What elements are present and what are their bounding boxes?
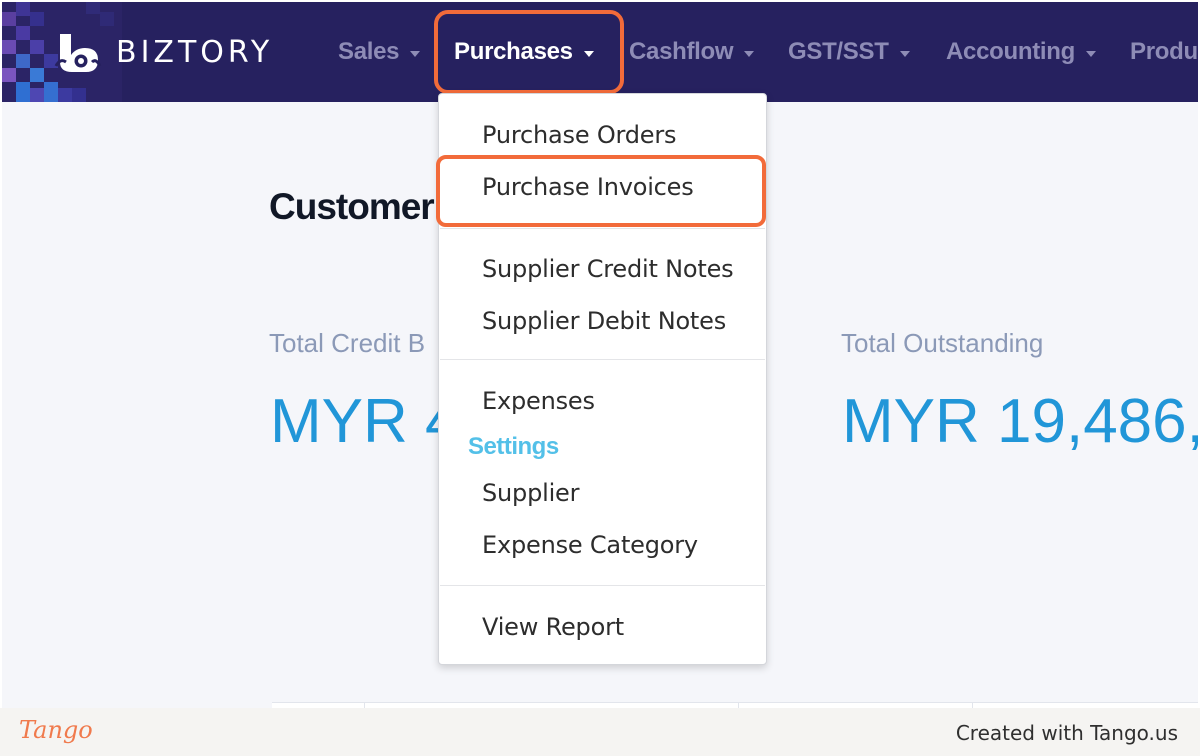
nav-cashflow[interactable]: Cashflow bbox=[629, 32, 755, 72]
nav-cashflow-label: Cashflow bbox=[629, 38, 734, 65]
stat-value-total-outstanding: MYR 19,486, bbox=[842, 387, 1198, 456]
tango-footer: Tango Created with Tango.us bbox=[0, 708, 1200, 756]
menu-item-supplier-debit-notes[interactable]: Supplier Debit Notes bbox=[482, 307, 726, 335]
caret-down-icon bbox=[744, 50, 755, 57]
menu-divider bbox=[440, 228, 765, 229]
purchase-invoices-highlight-frame bbox=[436, 155, 766, 227]
menu-item-expenses[interactable]: Expenses bbox=[482, 387, 595, 415]
stat-label-total-credit: Total Credit B bbox=[269, 328, 426, 358]
menu-section-settings: Settings bbox=[468, 433, 559, 460]
menu-divider bbox=[440, 585, 765, 586]
nav-products-label: Produ bbox=[1130, 38, 1198, 65]
page-title: Customer bbox=[269, 186, 435, 227]
menu-item-expense-category[interactable]: Expense Category bbox=[482, 531, 698, 559]
nav-sales-label: Sales bbox=[338, 38, 400, 65]
nav-gst-sst[interactable]: GST/SST bbox=[788, 32, 910, 72]
menu-item-purchase-orders[interactable]: Purchase Orders bbox=[482, 121, 677, 149]
menu-divider bbox=[440, 359, 765, 360]
caret-down-icon bbox=[899, 50, 910, 57]
brand-name: BIZTORY bbox=[116, 34, 274, 70]
stat-value-total-credit: MYR 4 bbox=[270, 387, 460, 456]
brand[interactable]: BIZTORY bbox=[52, 28, 273, 76]
nav-accounting-label: Accounting bbox=[946, 38, 1075, 65]
created-with-tango-text[interactable]: Created with Tango.us bbox=[956, 721, 1178, 745]
stat-label-total-outstanding: Total Outstanding bbox=[841, 328, 1044, 358]
nav-gst-sst-label: GST/SST bbox=[788, 38, 889, 65]
menu-item-view-report[interactable]: View Report bbox=[482, 613, 624, 641]
nav-products[interactable]: Produ bbox=[1130, 32, 1198, 72]
menu-item-supplier[interactable]: Supplier bbox=[482, 479, 579, 507]
tango-logo[interactable]: Tango bbox=[19, 716, 93, 744]
nav-accounting[interactable]: Accounting bbox=[946, 32, 1096, 72]
caret-down-icon bbox=[410, 50, 421, 57]
caret-down-icon bbox=[1086, 50, 1096, 57]
biztory-logo-icon bbox=[54, 34, 102, 72]
nav-sales[interactable]: Sales bbox=[338, 32, 421, 72]
menu-item-supplier-credit-notes[interactable]: Supplier Credit Notes bbox=[482, 255, 734, 283]
purchases-highlight-frame bbox=[434, 10, 624, 94]
